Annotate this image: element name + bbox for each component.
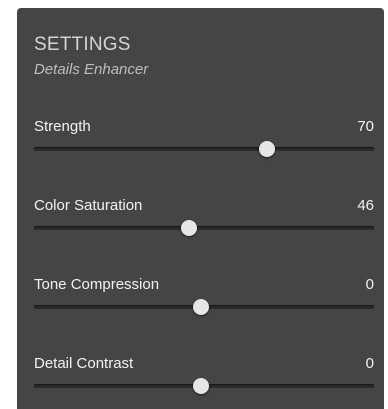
detail-contrast-value: 0 xyxy=(365,355,374,372)
strength-label: Strength xyxy=(34,118,91,135)
panel-header: SETTINGS Details Enhancer xyxy=(34,34,148,80)
slider-row-color-saturation: Color Saturation 46 xyxy=(34,197,374,245)
slider-row-tone-compression: Tone Compression 0 xyxy=(34,276,374,324)
panel-title: SETTINGS xyxy=(34,34,131,55)
tone-compression-slider-track[interactable] xyxy=(34,299,374,315)
color-saturation-slider-track[interactable] xyxy=(34,220,374,236)
color-saturation-value: 46 xyxy=(357,197,374,214)
detail-contrast-label: Detail Contrast xyxy=(34,355,134,372)
strength-slider-track[interactable] xyxy=(34,141,374,157)
strength-slider-thumb[interactable] xyxy=(258,141,275,157)
color-saturation-label: Color Saturation xyxy=(34,197,143,214)
settings-panel: SETTINGS Details Enhancer Strength 70 Co… xyxy=(17,8,384,409)
panel-subtitle: Details Enhancer xyxy=(34,61,149,78)
tone-compression-label: Tone Compression xyxy=(34,276,160,293)
strength-value: 70 xyxy=(357,118,374,135)
slider-row-detail-contrast: Detail Contrast 0 xyxy=(34,355,374,403)
slider-row-strength: Strength 70 xyxy=(34,118,374,166)
color-saturation-slider-thumb[interactable] xyxy=(180,220,197,236)
detail-contrast-slider-track[interactable] xyxy=(34,378,374,394)
tone-compression-slider-thumb[interactable] xyxy=(192,299,209,315)
detail-contrast-slider-thumb[interactable] xyxy=(192,378,209,394)
tone-compression-value: 0 xyxy=(365,276,374,293)
